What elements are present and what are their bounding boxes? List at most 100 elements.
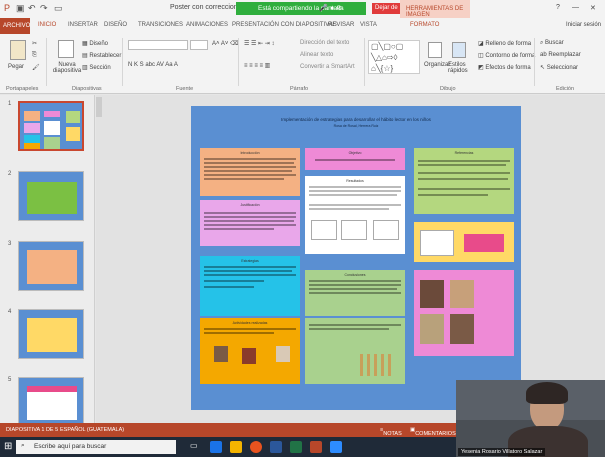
tab-vista[interactable]: VISTA <box>360 22 377 28</box>
group-editing: Edición <box>556 86 575 92</box>
slide-thumbnail-3[interactable] <box>18 241 84 291</box>
activities-box[interactable]: Actividades realizadas <box>200 318 300 384</box>
group-slides: Diapositivas <box>72 86 102 92</box>
slide-thumbnail-2[interactable] <box>18 171 84 221</box>
mini-chart <box>341 220 367 240</box>
powerpoint-taskbar-icon[interactable] <box>310 441 322 453</box>
activities-heading: Actividades realizadas <box>232 321 268 325</box>
font-format-tools[interactable]: N K S abc AV Aa A <box>128 62 178 68</box>
cut-icon[interactable]: ✂ <box>32 40 37 47</box>
find-button[interactable]: ⌕ Buscar <box>540 40 564 47</box>
conclusions-box[interactable]: Conclusiones <box>305 270 405 316</box>
slide-thumbnail-5[interactable] <box>18 377 84 427</box>
photos-box[interactable] <box>414 270 514 356</box>
references-heading: Referencias <box>454 151 474 155</box>
zoom-icon[interactable] <box>330 441 342 453</box>
windows-start-icon[interactable]: ⊞ <box>4 441 12 452</box>
panel-scrollbar[interactable] <box>96 97 102 117</box>
save-icon[interactable]: ▣ <box>16 3 25 14</box>
paste-button[interactable]: Pegar <box>8 64 24 70</box>
new-slide-button[interactable]: Nueva diapositiva <box>50 62 84 74</box>
results-chart-box[interactable]: Resultados <box>305 176 405 254</box>
edge-icon[interactable] <box>210 441 222 453</box>
language-indicator[interactable]: ESPAÑOL (GUATEMALA) <box>60 427 124 433</box>
slide-thumbnail-4[interactable] <box>18 309 84 359</box>
powerpoint-icon: P <box>4 3 11 13</box>
file-explorer-icon[interactable] <box>230 441 242 453</box>
help-icon[interactable]: ? <box>556 4 560 11</box>
tab-revisar[interactable]: REVISAR <box>328 22 354 28</box>
person-hair <box>526 382 568 404</box>
redo-icon[interactable]: ↷ <box>40 3 48 14</box>
strategy-box[interactable]: Estrategias <box>200 256 300 316</box>
convert-smartart-button[interactable]: Convertir a SmartArt <box>300 64 355 70</box>
arrange-button[interactable]: Organizar <box>424 62 450 68</box>
start-presentation-icon[interactable]: ▭ <box>54 3 63 14</box>
grow-font-icon[interactable]: A˄ A˅ ⌫ <box>212 40 239 47</box>
shape-fill-button[interactable]: ◪ Relleno de forma <box>478 40 531 47</box>
new-slide-icon[interactable] <box>58 40 74 58</box>
shapes-gallery[interactable]: ▢╲▢○▢ ╲△⌂⇨◊ ⌂╲{☆} <box>368 40 420 74</box>
group-clipboard: Portapapeles <box>6 86 39 92</box>
comments-button[interactable]: ▣ COMENTARIOS <box>410 427 456 437</box>
slide-number: 4 <box>8 309 12 315</box>
stop-share-button[interactable]: Dejar de <box>372 3 402 14</box>
text-direction-button[interactable]: Dirección del texto <box>300 40 349 46</box>
font-size-select[interactable] <box>190 40 208 50</box>
tab-insertar[interactable]: INSERTAR <box>68 22 98 28</box>
context-tab-image-tools[interactable]: HERRAMIENTAS DE IMAGEN <box>400 0 470 18</box>
tab-inicio[interactable]: INICIO <box>38 22 56 28</box>
signin-link[interactable]: Iniciar sesión <box>566 22 601 28</box>
quick-styles-icon[interactable] <box>452 42 466 58</box>
chrome-icon[interactable] <box>250 441 262 453</box>
tab-archivo[interactable]: ARCHIVO <box>0 18 30 34</box>
justification-heading: Justificación <box>240 203 260 207</box>
tab-animaciones[interactable]: ANIMACIONES <box>186 22 228 28</box>
results-bars-box[interactable] <box>305 318 405 384</box>
tab-presentacion[interactable]: PRESENTACIÓN CON DIAPOSITIVAS <box>232 22 337 28</box>
slide-thumbnail-1[interactable] <box>18 101 84 151</box>
word-icon[interactable] <box>270 441 282 453</box>
webcam-name-label: Yesenia Rosario Villatoro Salazar <box>458 448 546 456</box>
close-button[interactable]: ✕ <box>590 4 596 12</box>
shape-effects-button[interactable]: ◩ Efectos de forma <box>478 64 531 71</box>
font-name-select[interactable] <box>128 40 188 50</box>
poster-authors: Rosa de Rosal, Herrera Ruiz <box>333 124 379 128</box>
tab-diseno[interactable]: DISEÑO <box>104 22 127 28</box>
quick-styles-button[interactable]: Estilos rápidos <box>448 62 476 74</box>
justification-box[interactable]: Justificación <box>200 200 300 246</box>
mini-chart <box>373 220 399 240</box>
format-painter-icon[interactable]: 🖌 <box>32 64 40 71</box>
microphone-icon[interactable]: 🎤 ● ⊘ <box>319 4 342 12</box>
references-box[interactable]: Referencias <box>414 148 514 214</box>
objective-box[interactable]: Objetivo <box>305 148 405 170</box>
reset-button[interactable]: ▤ Restablecer <box>82 52 121 59</box>
minimize-button[interactable]: — <box>572 4 579 11</box>
select-button[interactable]: ↖ Seleccionar <box>540 64 578 71</box>
excel-icon[interactable] <box>290 441 302 453</box>
strategy-heading: Estrategias <box>241 259 259 263</box>
copy-icon[interactable]: ⎘ <box>32 52 37 59</box>
notes-button[interactable]: ≡ NOTAS <box>380 427 402 437</box>
tab-formato[interactable]: FORMATO <box>410 22 439 28</box>
taskbar-search-input[interactable]: ⌕ Escribe aquí para buscar <box>16 440 176 454</box>
shape-outline-button[interactable]: ◫ Contorno de forma <box>478 52 535 59</box>
intro-box[interactable]: Introducción <box>200 148 300 196</box>
section-button[interactable]: ▥ Sección <box>82 64 111 71</box>
group-paragraph: Párrafo <box>290 86 309 92</box>
align-text-button[interactable]: Alinear texto <box>300 52 333 58</box>
layout-button[interactable]: ▦ Diseño <box>82 40 108 47</box>
undo-icon[interactable]: ↶ <box>28 3 36 14</box>
replace-button[interactable]: ab Reemplazar <box>540 52 581 58</box>
align-icons[interactable]: ≡ ≡ ≡ ≡ ▥ <box>244 62 270 69</box>
tab-transiciones[interactable]: TRANSICIONES <box>138 22 183 28</box>
slide-thumbnail-panel: 1 2 3 4 5 <box>0 95 95 427</box>
table-box[interactable] <box>414 222 514 262</box>
paste-icon[interactable] <box>10 40 26 60</box>
bullets-icon[interactable]: ☰ ☰ ⇤ ⇥ ↕ <box>244 40 274 47</box>
task-view-icon[interactable]: ▭ <box>190 441 202 453</box>
poster-slide[interactable]: Implementación de estrategias para desar… <box>191 106 521 410</box>
arrange-icon[interactable] <box>428 42 442 58</box>
search-icon: ⌕ <box>21 442 25 449</box>
slide-number: 1 <box>8 101 12 107</box>
